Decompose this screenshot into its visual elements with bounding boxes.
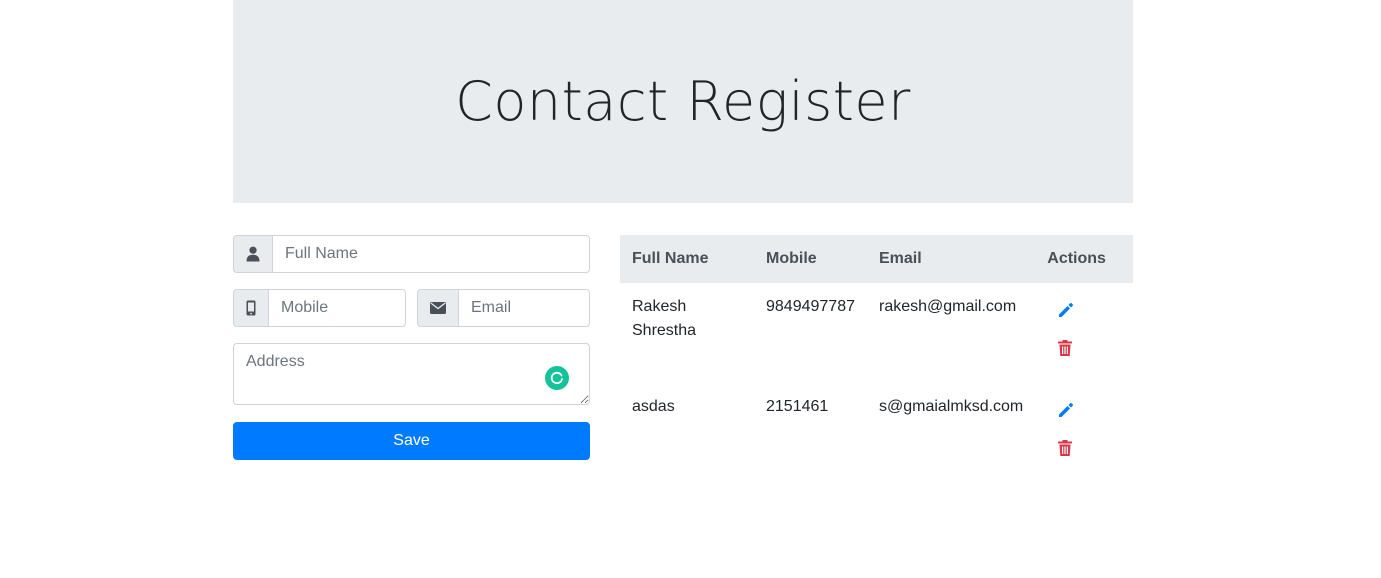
envelope-icon (417, 289, 458, 327)
contact-row (233, 289, 590, 327)
save-button[interactable]: Save (233, 422, 590, 460)
address-input[interactable] (233, 343, 590, 405)
email-input[interactable] (458, 289, 590, 327)
user-icon (233, 235, 272, 273)
fullname-input[interactable] (272, 235, 590, 273)
mobile-icon (233, 289, 268, 327)
header-email: Email (878, 250, 922, 267)
header-fullname: Full Name (632, 250, 709, 267)
header-mobile: Mobile (766, 250, 817, 267)
cell-fullname: asdas (632, 398, 675, 415)
pencil-icon[interactable] (1057, 301, 1077, 321)
page-title: Contact Register (455, 70, 911, 133)
table-row: asdas 2151461 s@gmaialmksd.com (620, 383, 1133, 483)
cell-actions (1035, 283, 1133, 383)
cell-mobile: 2151461 (766, 398, 829, 415)
jumbotron: Contact Register (233, 0, 1133, 203)
page-container: Contact Register Full Name Mobile Email … (233, 0, 1133, 460)
table-header-row: Full Name Mobile Email Actions (620, 235, 1133, 283)
cell-actions (1035, 383, 1133, 483)
header-actions: Actions (1047, 250, 1106, 267)
trash-icon[interactable] (1057, 439, 1077, 459)
contact-form: Save (233, 235, 590, 460)
mobile-group (233, 289, 406, 327)
mobile-input[interactable] (268, 289, 406, 327)
grammarly-icon[interactable] (545, 366, 569, 390)
cell-mobile: 9849497787 (766, 298, 855, 315)
address-wrap (233, 343, 590, 410)
cell-fullname: Rakesh Shrestha (632, 298, 697, 339)
contacts-table-wrap: Full Name Mobile Email Actions Rakesh Sh… (620, 235, 1133, 483)
table-row: Rakesh Shrestha 9849497787 rakesh@gmail.… (620, 283, 1133, 383)
trash-icon[interactable] (1057, 339, 1077, 359)
pencil-icon[interactable] (1057, 401, 1077, 421)
email-group (417, 289, 590, 327)
cell-email: rakesh@gmail.com (878, 298, 1017, 315)
fullname-group (233, 235, 590, 273)
cell-email: s@gmaialmksd.com (878, 398, 1024, 415)
contacts-table: Full Name Mobile Email Actions Rakesh Sh… (620, 235, 1133, 483)
